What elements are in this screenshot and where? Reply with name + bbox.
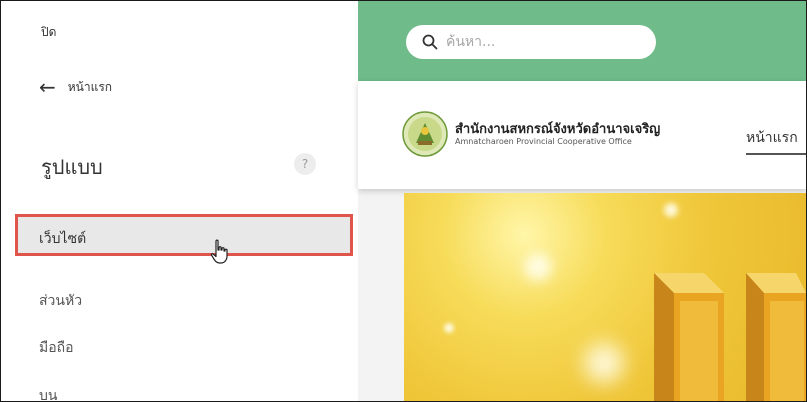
arrow-left-icon: ←	[39, 75, 56, 99]
search-placeholder: ค้นหา...	[446, 34, 496, 50]
sparkle	[584, 343, 624, 383]
back-label: หน้าแรก	[67, 79, 113, 94]
editor-sidebar: ปิด ← หน้าแรก รูปแบบ ? เว็บไซต์ ส่วนหัว …	[1, 1, 359, 401]
organization-logo	[402, 111, 448, 157]
active-nav-underline	[746, 153, 806, 155]
organization-subtitle: Amnatcharoen Provincial Cooperative Offi…	[455, 137, 632, 146]
nav-item-header[interactable]: ส่วนหัว	[1, 278, 358, 316]
close-button[interactable]: ปิด	[41, 23, 56, 42]
help-icon[interactable]: ?	[294, 153, 316, 175]
nav-item-label: เว็บไซต์	[39, 231, 87, 247]
nav-item-label: บน	[39, 388, 58, 402]
site-header: สำนักงานสหกรณ์จังหวัดอำนาจเจริญ Amnatcha…	[358, 81, 806, 189]
organization-name: สำนักงานสหกรณ์จังหวัดอำนาจเจริญ	[455, 122, 661, 137]
hero-banner	[404, 193, 806, 401]
site-topbar: ค้นหา...	[358, 1, 806, 81]
gold-number-graphic	[654, 273, 806, 401]
nav-item-label: ส่วนหัว	[39, 293, 83, 309]
hand-pointer-icon	[210, 239, 228, 264]
sparkle	[524, 253, 552, 281]
website-preview: ค้นหา... สำนักงานสหกรณ์จังหวัดอำนาจเจริญ…	[358, 1, 806, 401]
back-button[interactable]: ← หน้าแรก	[39, 77, 112, 97]
sparkle	[664, 203, 678, 217]
nav-item-website[interactable]: เว็บไซต์	[1, 214, 358, 256]
nav-item-top[interactable]: บน	[1, 373, 358, 402]
nav-item-label: มือถือ	[39, 340, 74, 356]
nav-item-mobile[interactable]: มือถือ	[1, 325, 358, 363]
site-nav-home[interactable]: หน้าแรก	[746, 127, 798, 149]
section-title: รูปแบบ	[41, 155, 103, 179]
sparkle	[444, 323, 454, 333]
screenshot-frame: ปิด ← หน้าแรก รูปแบบ ? เว็บไซต์ ส่วนหัว …	[0, 0, 807, 402]
search-box[interactable]: ค้นหา...	[406, 25, 656, 59]
search-icon	[422, 34, 438, 50]
